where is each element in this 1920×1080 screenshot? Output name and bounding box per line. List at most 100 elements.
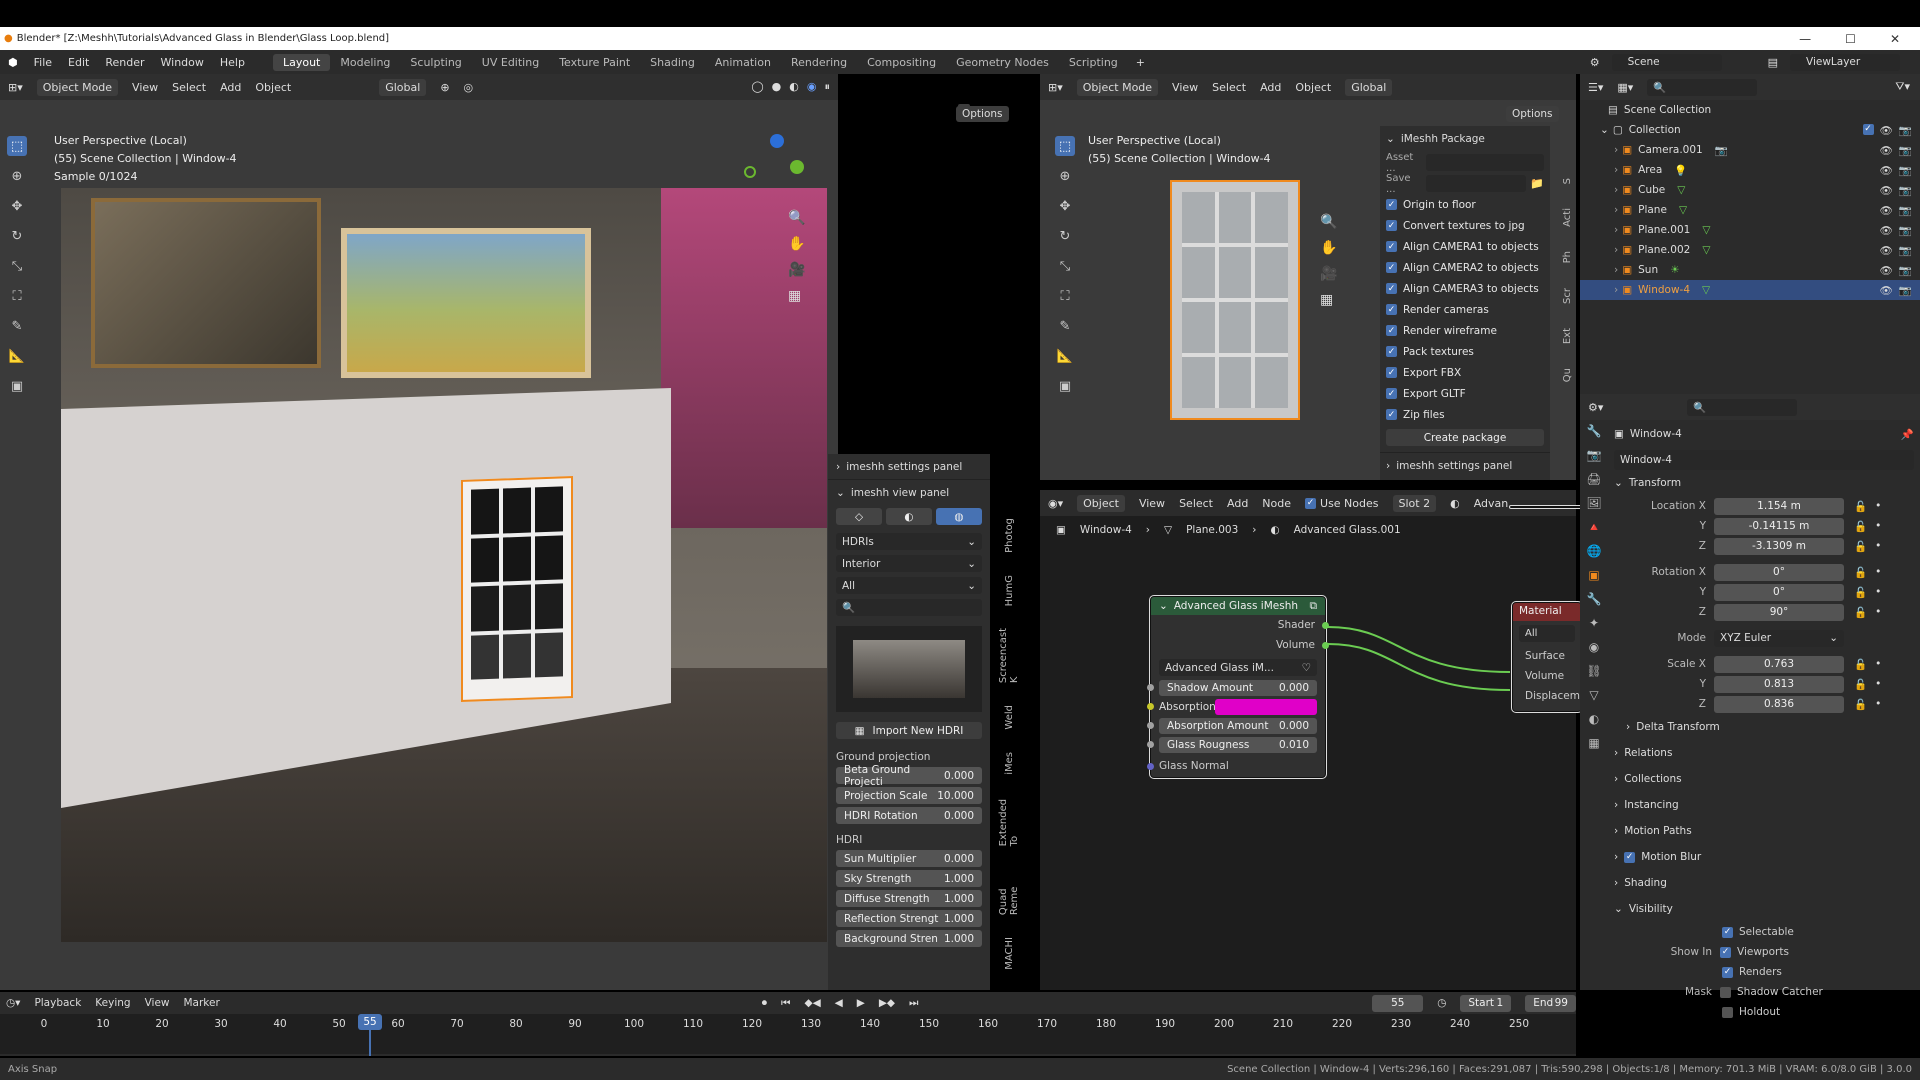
- vp2-move-icon[interactable]: ✥: [1055, 196, 1075, 216]
- visibility-section-header[interactable]: ⌄ Visibility: [1614, 896, 1914, 922]
- render-camera-icon[interactable]: 📷: [1899, 284, 1912, 297]
- collection-visibility-icon[interactable]: 👁: [1880, 124, 1893, 137]
- vp2-editor-type-icon[interactable]: ⊞▾: [1048, 81, 1063, 94]
- texture-tab-icon[interactable]: ▦: [1588, 736, 1599, 750]
- holdout-toggle[interactable]: Holdout: [1614, 1002, 1914, 1022]
- timeline-view-menu[interactable]: View: [145, 997, 170, 1009]
- prev-keyframe-icon[interactable]: ◆◀: [805, 997, 821, 1009]
- visibility-eye-icon[interactable]: 👁: [1880, 284, 1893, 297]
- sidebar-tab[interactable]: MACHI: [1004, 933, 1015, 974]
- vp2-measure-icon[interactable]: 📐: [1055, 346, 1075, 366]
- vp2-grid-icon[interactable]: ▦: [1320, 292, 1337, 308]
- ground-projection-field[interactable]: Projection Scale 10.000: [836, 787, 982, 804]
- jump-end-icon[interactable]: ⏭: [909, 997, 918, 1010]
- sidebar-tab[interactable]: Acti: [1562, 204, 1573, 231]
- glass-normal-input[interactable]: Glass Normal: [1147, 756, 1325, 776]
- scene-selector[interactable]: Scene: [1611, 53, 1722, 71]
- visibility-eye-icon[interactable]: 👁: [1880, 264, 1893, 277]
- lock-icon[interactable]: 🔓: [1854, 658, 1867, 671]
- keying-menu[interactable]: Keying: [95, 997, 130, 1009]
- render-camera-icon[interactable]: 📷: [1899, 224, 1912, 237]
- sidebar-tab[interactable]: Qu: [1562, 364, 1573, 386]
- asset-input[interactable]: [1426, 154, 1544, 171]
- select-box-icon[interactable]: ⬚: [7, 136, 27, 156]
- node-input-row[interactable]: Glass Rougness 0.010: [1147, 737, 1317, 753]
- vp2-scale-icon[interactable]: ⤡: [1055, 256, 1075, 276]
- end-frame-field[interactable]: End 99: [1525, 994, 1576, 1012]
- minimize-button[interactable]: —: [1799, 32, 1811, 46]
- sidebar-tab[interactable]: Photog: [1004, 514, 1015, 557]
- absorption-color-swatch[interactable]: [1215, 699, 1317, 715]
- shading-solid-icon[interactable]: ●: [772, 80, 782, 94]
- vp2-menu-add[interactable]: Add: [1260, 81, 1281, 94]
- editor-type-icon[interactable]: ⊞▾: [8, 81, 23, 94]
- shader-output[interactable]: Shader: [1151, 615, 1329, 635]
- lock-icon[interactable]: 🔓: [1854, 500, 1867, 513]
- vp2-menu-select[interactable]: Select: [1212, 81, 1246, 94]
- lock-icon[interactable]: 🔓: [1854, 520, 1867, 533]
- vp1-options-dropdown[interactable]: Options: [956, 106, 1009, 122]
- collection-render-icon[interactable]: 📷: [1899, 124, 1912, 137]
- outliner-search-input[interactable]: 🔍: [1647, 78, 1758, 96]
- package-option-checkbox[interactable]: ✓ Export GLTF: [1386, 383, 1544, 404]
- rotation-mode-dropdown[interactable]: XYZ Euler ⌄: [1714, 629, 1844, 647]
- outliner-collection[interactable]: ⌄ ▢ Collection ✓ 👁 📷: [1580, 120, 1920, 140]
- menu-window[interactable]: Window: [153, 56, 212, 69]
- node-input-row[interactable]: Shadow Amount 0.000: [1147, 680, 1317, 696]
- rotate-icon[interactable]: ↻: [7, 226, 27, 246]
- tab-scripting[interactable]: Scripting: [1059, 54, 1128, 71]
- playhead-frame[interactable]: 55: [358, 1014, 382, 1030]
- surface-input[interactable]: Surface: [1513, 646, 1581, 666]
- material-output-node[interactable]: Material All Surface Volume Displacem: [1512, 602, 1582, 712]
- outliner-item[interactable]: › ▣ Plane.002 ▽ 👁 📷: [1580, 240, 1920, 260]
- move-icon[interactable]: ✥: [7, 196, 27, 216]
- outliner-item[interactable]: › ▣ Camera.001 📷 👁 📷: [1580, 140, 1920, 160]
- displacement-input[interactable]: Displacem: [1513, 686, 1581, 706]
- visibility-eye-icon[interactable]: 👁: [1880, 244, 1893, 257]
- world-tab-icon[interactable]: 🌐: [1587, 544, 1602, 558]
- package-option-checkbox[interactable]: ✓ Render wireframe: [1386, 320, 1544, 341]
- view-layer-tab-icon[interactable]: 🖼: [1586, 496, 1601, 510]
- object-mode-dropdown[interactable]: Object Mode: [36, 78, 119, 96]
- shading-material-icon[interactable]: ◐: [789, 80, 799, 94]
- shadow-catcher-toggle[interactable]: Mask Shadow Catcher: [1614, 982, 1914, 1002]
- package-option-checkbox[interactable]: ✓ Zip files: [1386, 404, 1544, 425]
- lock-icon[interactable]: 🔓: [1854, 698, 1867, 711]
- jump-start-icon[interactable]: ⏮: [781, 997, 790, 1010]
- property-section-header[interactable]: › Collections: [1614, 766, 1914, 792]
- render-camera-icon[interactable]: 📷: [1899, 244, 1912, 257]
- tab-animation[interactable]: Animation: [705, 54, 781, 71]
- current-frame-field[interactable]: 55: [1372, 994, 1424, 1012]
- add-workspace-button[interactable]: +: [1128, 56, 1153, 69]
- property-section-header[interactable]: › Instancing: [1614, 792, 1914, 818]
- tab-sculpting[interactable]: Sculpting: [400, 54, 471, 71]
- object-tab-icon[interactable]: ▣: [1588, 568, 1599, 582]
- package-option-checkbox[interactable]: ✓ Render cameras: [1386, 299, 1544, 320]
- proportional-edit-icon[interactable]: ◎: [464, 81, 474, 94]
- menu-render[interactable]: Render: [97, 56, 152, 69]
- advanced-glass-node[interactable]: ⌄ Advanced Glass iMeshh ⧉ Shader Volume Ad…: [1147, 596, 1329, 778]
- vp1-menu-add[interactable]: Add: [220, 81, 241, 94]
- tab-world-icon[interactable]: ◍: [936, 508, 982, 525]
- render-camera-icon[interactable]: 📷: [1899, 204, 1912, 217]
- vp2-transform-icon[interactable]: ⛶: [1055, 286, 1075, 306]
- hdri-setting-field[interactable]: Sun Multiplier 0.000: [836, 850, 982, 867]
- keyframe-dot-icon[interactable]: •: [1875, 606, 1881, 618]
- hdris-dropdown[interactable]: HDRIs ⌄: [836, 533, 982, 550]
- tool-tab-icon[interactable]: 🔧: [1587, 424, 1602, 438]
- tab-rendering[interactable]: Rendering: [781, 54, 857, 71]
- rotation-row-value[interactable]: 0°: [1714, 563, 1844, 581]
- vp2-cursor-icon[interactable]: ⊕: [1055, 166, 1075, 186]
- physics-tab-icon[interactable]: ◉: [1589, 640, 1599, 654]
- zoom-icon[interactable]: 🔍: [788, 210, 805, 226]
- vp2-settings-panel-header[interactable]: › imeshh settings panel: [1380, 452, 1550, 478]
- keyframe-dot-icon[interactable]: •: [1875, 658, 1881, 670]
- vp2-object-mode-dropdown[interactable]: Object Mode: [1076, 78, 1159, 96]
- render-camera-icon[interactable]: 📷: [1899, 184, 1912, 197]
- visibility-eye-icon[interactable]: 👁: [1880, 204, 1893, 217]
- package-option-checkbox[interactable]: ✓ Pack textures: [1386, 341, 1544, 362]
- outliner-type-icon[interactable]: ☰▾: [1588, 81, 1603, 94]
- keyframe-dot-icon[interactable]: •: [1875, 678, 1881, 690]
- particles-tab-icon[interactable]: ✦: [1589, 616, 1599, 630]
- timeline-ruler[interactable]: 0 10 20 30 40 50 60 70 80 90 100 110 120 130 140 150 160…: [0, 1014, 1576, 1054]
